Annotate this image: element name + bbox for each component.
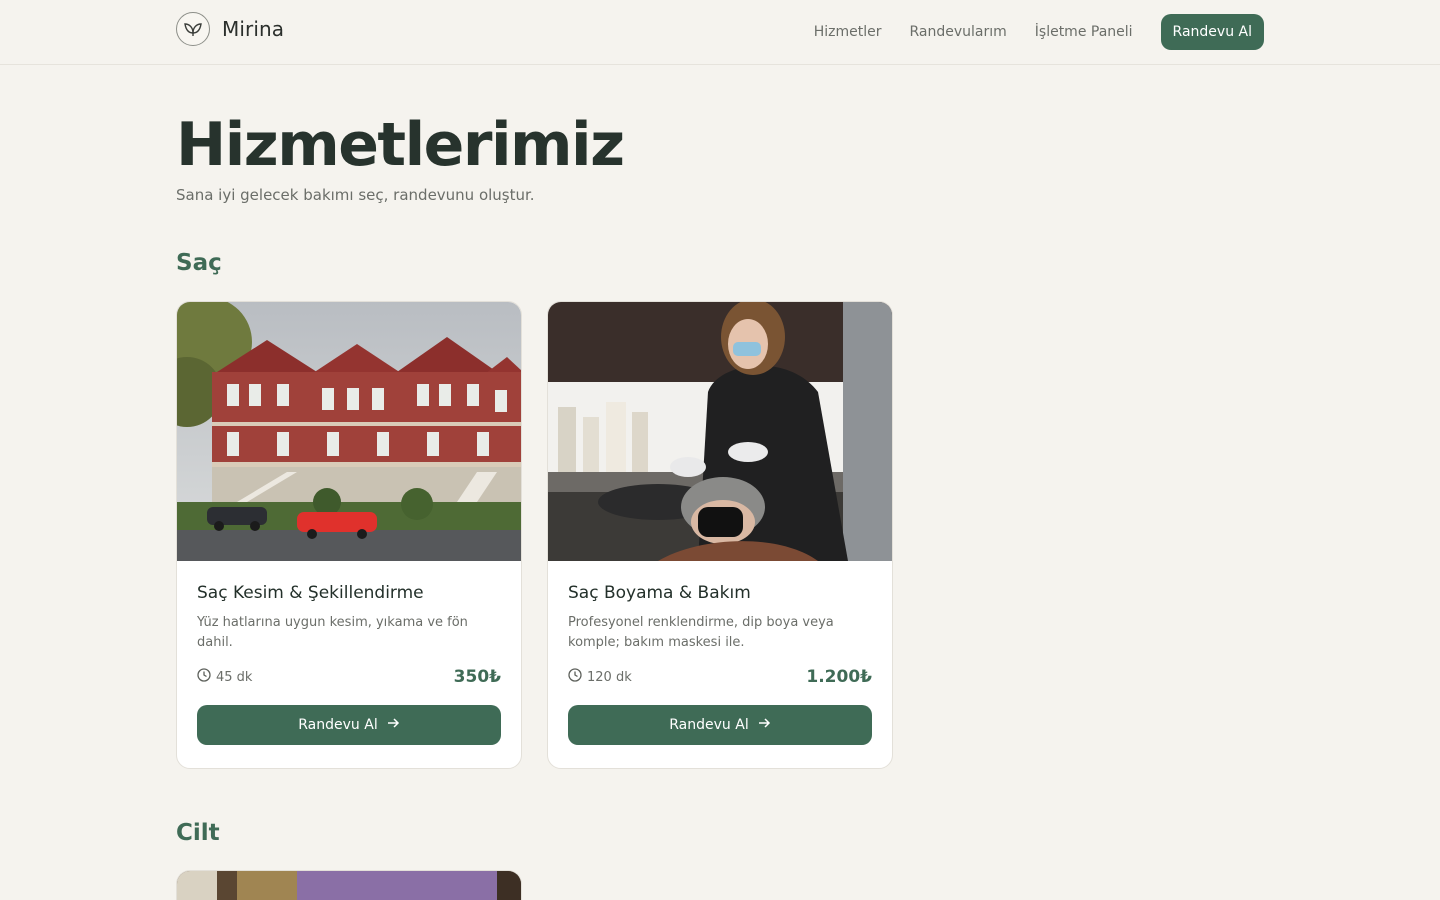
service-title: Saç Boyama & Bakım — [568, 583, 751, 603]
brand[interactable]: Mirina — [176, 11, 284, 47]
service-card — [176, 870, 522, 900]
page-subtitle: Sana iyi gelecek bakımı seç, randevunu o… — [176, 186, 535, 204]
service-description: Yüz hatlarına uygun kesim, yıkama ve fön… — [197, 615, 468, 650]
book-appointment-button[interactable]: Randevu Al — [197, 705, 501, 745]
section-title-cilt: Cilt — [176, 820, 220, 846]
photo-red-victorian-houses — [177, 302, 521, 561]
duration-text: 120 dk — [587, 669, 632, 685]
service-price: 1.200₺ — [806, 667, 872, 687]
service-meta: 120 dk 1.200₺ — [568, 667, 872, 687]
section-title-sac: Saç — [176, 250, 222, 276]
arrow-right-icon — [386, 716, 400, 734]
duration-text: 45 dk — [216, 669, 253, 685]
photo-hair-salon-washing — [548, 302, 892, 561]
service-card: Saç Kesim & Şekillendirme Yüz hatlarına … — [176, 301, 522, 769]
nav-link-randevularim[interactable]: Randevularım — [909, 24, 1006, 40]
service-meta: 45 dk 350₺ — [197, 667, 501, 687]
photo-skincare-products — [177, 871, 521, 900]
main-nav: Hizmetler Randevularım İşletme Paneli Ra… — [786, 14, 1264, 50]
clock-icon — [568, 668, 582, 686]
arrow-right-icon — [757, 716, 771, 734]
card-body: Saç Boyama & Bakım Profesyonel renklendi… — [548, 561, 892, 765]
leaf-logo-icon — [176, 12, 210, 46]
service-duration: 45 dk — [197, 668, 252, 686]
nav-randevu-al-button[interactable]: Randevu Al — [1160, 14, 1264, 50]
brand-name: Mirina — [222, 17, 285, 41]
service-card: Saç Boyama & Bakım Profesyonel renklendi… — [547, 301, 893, 769]
service-duration: 120 dk — [568, 668, 632, 686]
service-price: 350₺ — [453, 667, 501, 687]
card-body: Saç Kesim & Şekillendirme Yüz hatlarına … — [177, 561, 521, 765]
service-description: Profesyonel renklendirme, dip boya veya … — [568, 615, 834, 650]
button-label: Randevu Al — [298, 717, 378, 733]
clock-icon — [197, 668, 211, 686]
book-appointment-button[interactable]: Randevu Al — [568, 705, 872, 745]
page-title: Hizmetlerimiz — [176, 110, 625, 180]
button-label: Randevu Al — [669, 717, 749, 733]
service-title: Saç Kesim & Şekillendirme — [197, 583, 424, 603]
top-nav-bar: Mirina Hizmetler Randevularım İşletme Pa… — [0, 0, 1440, 65]
nav-link-isletme-paneli[interactable]: İşletme Paneli — [1035, 24, 1133, 40]
nav-link-hizmetler[interactable]: Hizmetler — [814, 24, 882, 40]
